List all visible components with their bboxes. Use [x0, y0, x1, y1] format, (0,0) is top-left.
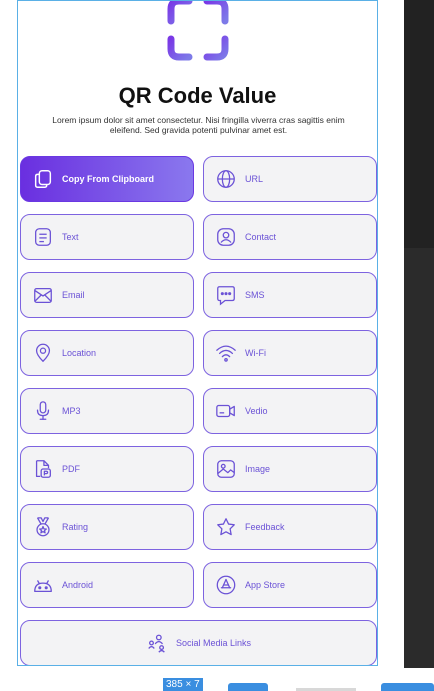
- star-icon: [215, 516, 237, 538]
- page-description: Lorem ipsum dolor sit amet consectetur. …: [52, 115, 345, 135]
- wifi-icon: [215, 342, 237, 364]
- rating-medal-icon: [32, 516, 54, 538]
- text-label: Text: [62, 232, 79, 242]
- image-icon: [215, 458, 237, 480]
- wifi-button[interactable]: Wi-Fi: [203, 330, 377, 376]
- feedback-button[interactable]: Feedback: [203, 504, 377, 550]
- page-title: QR Code Value: [118, 83, 277, 108]
- feedback-label: Feedback: [245, 522, 285, 532]
- pdf-button[interactable]: PDF: [20, 446, 194, 492]
- location-label: Location: [62, 348, 97, 358]
- wifi-label: Wi-Fi: [245, 348, 266, 358]
- social-media-links-label: Social Media Links: [175, 638, 252, 648]
- app-store-label: App Store: [245, 580, 286, 590]
- video-button[interactable]: Vedio: [203, 388, 377, 434]
- qr-code-value-screen: QR Code Value Lorem ipsum dolor sit amet…: [17, 0, 378, 666]
- globe-icon: [215, 168, 237, 190]
- bottom-toolbar: [0, 668, 434, 691]
- copy-from-clipboard-label: Copy From Clipboard: [62, 174, 154, 184]
- email-icon: [32, 284, 54, 306]
- toolbar-tab-right[interactable]: [381, 683, 434, 691]
- email-button[interactable]: Email: [20, 272, 194, 318]
- email-label: Email: [62, 290, 85, 300]
- selection-size-label: 385 × 7: [163, 678, 203, 691]
- android-icon: [32, 574, 54, 596]
- app-store-button[interactable]: App Store: [203, 562, 377, 608]
- qr-scan-icon: [165, 1, 231, 61]
- location-pin-icon: [32, 342, 54, 364]
- sms-icon: [215, 284, 237, 306]
- image-label: Image: [245, 464, 271, 474]
- text-button[interactable]: Text: [20, 214, 194, 260]
- url-button[interactable]: URL: [203, 156, 377, 202]
- copy-from-clipboard-button[interactable]: Copy From Clipboard: [20, 156, 194, 202]
- rating-button[interactable]: Rating: [20, 504, 194, 550]
- sms-button[interactable]: SMS: [203, 272, 377, 318]
- dark-side-panel: [404, 0, 434, 668]
- contact-icon: [215, 226, 237, 248]
- mp3-label: MP3: [62, 406, 81, 416]
- rating-label: Rating: [62, 522, 89, 532]
- social-media-links-button[interactable]: Social Media Links: [20, 620, 377, 665]
- video-label: Vedio: [245, 406, 268, 416]
- android-label: Android: [62, 580, 94, 590]
- image-button[interactable]: Image: [203, 446, 377, 492]
- microphone-icon: [32, 400, 54, 422]
- android-button[interactable]: Android: [20, 562, 194, 608]
- location-button[interactable]: Location: [20, 330, 194, 376]
- contact-button[interactable]: Contact: [203, 214, 377, 260]
- app-store-icon: [215, 574, 237, 596]
- clipboard-icon: [32, 168, 54, 190]
- toolbar-tab[interactable]: [228, 683, 268, 691]
- text-document-icon: [32, 226, 54, 248]
- pdf-label: PDF: [62, 464, 80, 474]
- pdf-icon: [32, 458, 54, 480]
- social-people-icon: [146, 632, 168, 654]
- sms-label: SMS: [245, 290, 265, 300]
- mp3-button[interactable]: MP3: [20, 388, 194, 434]
- video-icon: [215, 400, 237, 422]
- contact-label: Contact: [245, 232, 277, 242]
- url-label: URL: [245, 174, 264, 184]
